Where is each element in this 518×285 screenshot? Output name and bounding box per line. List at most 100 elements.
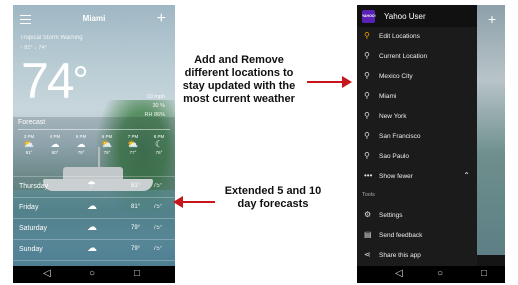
screenshot-canvas: Miami + Tropical Storm Warning ↑ 81° ↓ 7… — [0, 0, 518, 285]
menu-item-label: Miami — [379, 93, 397, 100]
menu-item-mexico-city[interactable]: ⚲ Mexico City — [357, 67, 477, 86]
hourly-item[interactable]: 5 PM ☁ 79° — [70, 134, 92, 160]
weather-main-screen: Miami + Tropical Storm Warning ↑ 81° ↓ 7… — [13, 5, 175, 283]
hour-temp: 78° — [103, 150, 111, 155]
cloud-icon: ☁ — [87, 243, 97, 254]
android-nav-bar: ◁ ○ □ — [13, 266, 175, 283]
current-temperature: 74° — [21, 53, 89, 109]
menu-item-edit-locations[interactable]: ⚲ Edit Locations — [357, 27, 477, 46]
feedback-icon: ▤ — [364, 230, 372, 239]
menu-item-show-fewer[interactable]: ••• Show fewer ⌃ — [357, 167, 477, 186]
more-icon: ••• — [364, 171, 373, 180]
cloud-sun-icon: ⛅ — [23, 139, 35, 149]
day-high: 81° — [131, 183, 141, 189]
hourly-item[interactable]: 7 PM ⛅ 77° — [122, 134, 144, 160]
precip-value: 30 % — [152, 103, 165, 109]
hourly-item[interactable]: 4 PM ☁ 80° — [44, 134, 66, 160]
day-row[interactable]: Friday ☁ 81° 75° — [13, 197, 175, 218]
back-icon[interactable]: ◁ — [43, 268, 51, 279]
menu-item-label: Settings — [379, 212, 403, 219]
day-name: Thursday — [19, 183, 49, 190]
pin-icon: ⚲ — [364, 51, 370, 60]
tools-heading: Tools — [362, 192, 375, 198]
menu-item-label: San Francisco — [379, 133, 421, 140]
gear-icon: ⚙ — [364, 210, 372, 219]
conditions-block: 10 mph 30 % RH 86% — [145, 93, 165, 120]
hour-temp: 79° — [77, 150, 85, 155]
day-row[interactable]: Thursday ☂ 81° 75° — [13, 176, 175, 197]
day-low: 75° — [153, 183, 163, 189]
pin-icon: ⚲ — [364, 71, 370, 80]
pin-icon: ⚲ — [364, 111, 370, 120]
home-icon[interactable]: ○ — [89, 268, 95, 279]
callout-locations: Add and Remove different locations to st… — [182, 54, 296, 105]
recent-apps-icon[interactable]: □ — [481, 268, 487, 279]
day-name: Friday — [19, 204, 39, 211]
cloud-rain-icon: ☂ — [87, 180, 96, 191]
chevron-up-icon: ⌃ — [463, 171, 470, 180]
divider — [18, 129, 170, 130]
hour-temp: 76° — [155, 150, 163, 155]
cloud-icon: ☁ — [87, 201, 97, 212]
menu-item-label: Send feedback — [379, 232, 423, 239]
cloud-sun-icon: ⛅ — [127, 139, 139, 149]
add-location-icon[interactable]: + — [157, 11, 166, 27]
yahoo-app-icon: YAHOO! — [362, 10, 376, 23]
hourly-item[interactable]: 6 PM ⛅ 78° — [96, 134, 118, 160]
pin-icon: ⚲ — [364, 91, 370, 100]
menu-item-label: Mexico City — [379, 73, 413, 80]
share-icon: ⋖ — [364, 250, 371, 259]
cloud-icon: ☁ — [50, 139, 60, 149]
pin-icon: ⚲ — [364, 131, 370, 140]
back-icon[interactable]: ◁ — [395, 268, 403, 279]
add-location-icon[interactable]: + — [488, 11, 496, 27]
navigation-drawer: YAHOO! Yahoo User ⚲ Edit Locations ⚲ Curren… — [357, 5, 477, 266]
home-icon[interactable]: ○ — [437, 268, 443, 279]
menu-item-settings[interactable]: ⚙ Settings — [357, 206, 477, 225]
background-weather-peek: + — [477, 5, 505, 255]
pin-icon: ⚲ — [364, 151, 370, 160]
hourly-forecast-strip[interactable]: 3 PM ⛅ 81° 4 PM ☁ 80° 5 PM ☁ 79° 6 PM ⛅ 78° 7 PM ⛅ 77°… — [18, 134, 170, 160]
cloud-icon: ☁ — [76, 139, 86, 149]
menu-item-sao-paulo[interactable]: ⚲ Sao Paulo — [357, 147, 477, 166]
city-title: Miami — [82, 14, 106, 23]
wind-value: 10 mph — [146, 94, 165, 100]
day-row[interactable]: Sunday ☁ 79° 75° — [13, 239, 175, 260]
recent-apps-icon[interactable]: □ — [134, 268, 140, 279]
day-high: 79° — [131, 246, 141, 252]
hi-lo-line: ↑ 81° ↓ 74° — [20, 45, 47, 51]
menu-item-new-york[interactable]: ⚲ New York — [357, 107, 477, 126]
day-high: 81° — [131, 204, 141, 210]
menu-item-share-this-app[interactable]: ⋖ Share this app — [357, 246, 477, 265]
day-name: Saturday — [19, 225, 48, 232]
day-row[interactable]: Saturday ☁ 79° 75° — [13, 218, 175, 239]
menu-item-label: New York — [379, 113, 407, 120]
menu-item-send-feedback[interactable]: ▤ Send feedback — [357, 226, 477, 245]
hourly-item[interactable]: 8 PM ☾ 76° — [148, 134, 170, 160]
hour-temp: 77° — [129, 150, 137, 155]
forecast-heading: Forecast — [18, 119, 46, 126]
cloud-sun-icon: ⛅ — [101, 139, 113, 149]
day-low: 75° — [153, 246, 163, 252]
user-header[interactable]: YAHOO! Yahoo User — [357, 5, 477, 27]
moon-icon: ☾ — [154, 139, 164, 149]
user-name: Yahoo User — [384, 12, 426, 21]
pin-icon: ⚲ — [364, 31, 370, 40]
arrow-right-icon — [307, 76, 352, 88]
day-name: Sunday — [19, 246, 43, 253]
android-nav-bar: ◁ ○ □ — [357, 266, 505, 283]
menu-item-current-location[interactable]: ⚲ Current Location — [357, 47, 477, 66]
day-high: 79° — [131, 225, 141, 231]
menu-item-san-francisco[interactable]: ⚲ San Francisco — [357, 127, 477, 146]
forecast-panel: Forecast 3 PM ⛅ 81° 4 PM ☁ 80° 5 PM ☁ 79° 6 PM ⛅ 78… — [13, 117, 175, 277]
hour-temp: 80° — [51, 150, 59, 155]
arrow-left-icon — [173, 196, 215, 208]
menu-item-miami[interactable]: ⚲ Miami — [357, 87, 477, 106]
weather-alert-line[interactable]: Tropical Storm Warning — [20, 35, 83, 41]
menu-item-label: Show fewer — [379, 173, 413, 180]
cloud-icon: ☁ — [87, 222, 97, 233]
hour-temp: 81° — [25, 150, 33, 155]
hourly-item[interactable]: 3 PM ⛅ 81° — [18, 134, 40, 160]
menu-item-label: Current Location — [379, 53, 428, 60]
menu-item-label: Share this app — [379, 252, 421, 259]
